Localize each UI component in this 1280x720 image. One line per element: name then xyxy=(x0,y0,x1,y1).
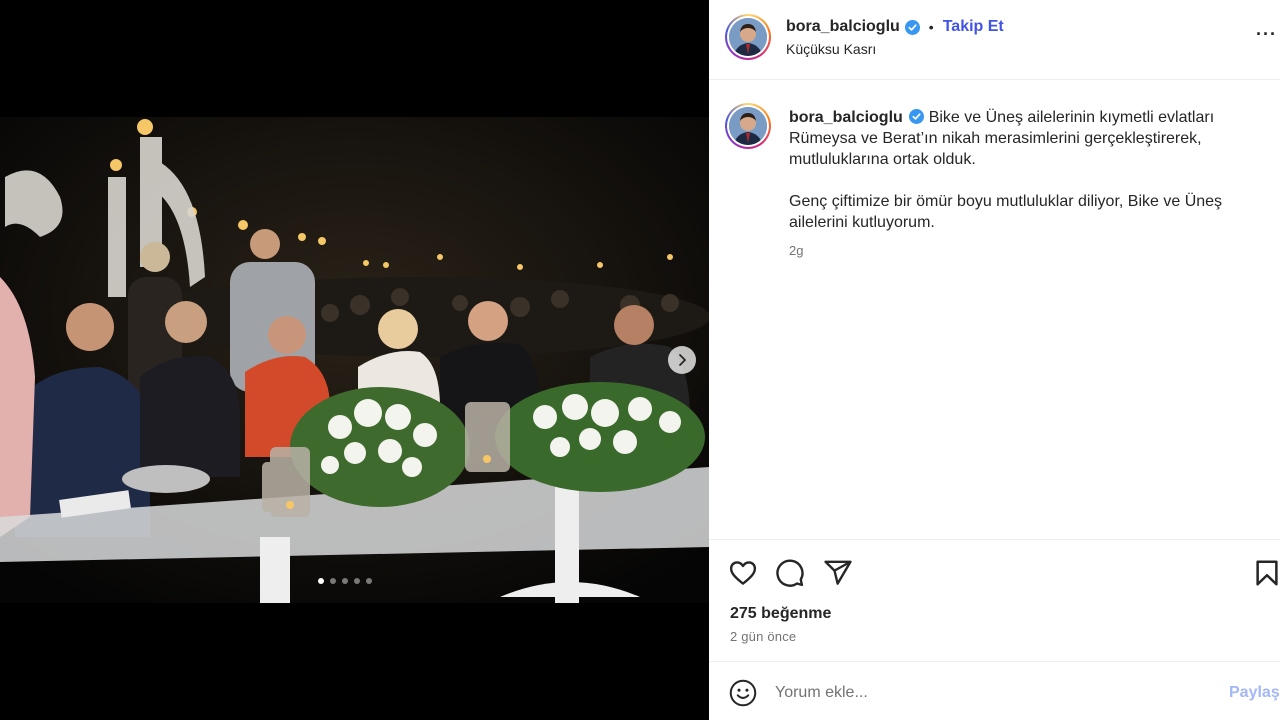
carousel-indicator xyxy=(318,578,372,584)
follow-button[interactable]: Takip Et xyxy=(943,18,1004,36)
post-caption: bora_balcioglu Bike ve Üneş ailelerinin … xyxy=(789,107,1271,254)
caption-username[interactable]: bora_balcioglu xyxy=(789,109,903,126)
username-link[interactable]: bora_balcioglu xyxy=(786,18,900,36)
avatar-image xyxy=(729,18,767,56)
verified-icon xyxy=(904,19,920,35)
avatar-image xyxy=(729,107,767,145)
next-photo-button[interactable] xyxy=(668,346,696,374)
caption-text: Genç çiftimize bir ömür boyu mutluluklar… xyxy=(789,193,1223,231)
separator: • xyxy=(928,19,934,35)
post-media xyxy=(0,0,709,720)
more-options-icon[interactable]: ··· xyxy=(1256,24,1277,45)
avatar[interactable] xyxy=(725,14,771,60)
carousel-dot xyxy=(318,578,324,584)
share-icon[interactable] xyxy=(823,558,853,588)
post-header: bora_balcioglu • Takip Et Küçüksu Kasrı … xyxy=(709,0,1280,80)
carousel-dot xyxy=(354,578,360,584)
heart-icon[interactable] xyxy=(728,558,758,588)
caption-timestamp: 2g xyxy=(789,243,804,258)
comment-input[interactable] xyxy=(775,680,1215,706)
post-photo[interactable] xyxy=(0,117,709,603)
comment-bar: Paylaş xyxy=(709,661,1280,720)
action-bar xyxy=(709,539,1280,601)
carousel-dot xyxy=(342,578,348,584)
post-details-panel: bora_balcioglu • Takip Et Küçüksu Kasrı … xyxy=(709,0,1280,720)
post-date: 2 gün önce xyxy=(730,629,797,644)
caption-avatar[interactable] xyxy=(725,103,771,149)
post-comment-button[interactable]: Paylaş xyxy=(1229,684,1280,702)
carousel-dot xyxy=(330,578,336,584)
comment-icon[interactable] xyxy=(775,558,805,588)
bookmark-icon[interactable] xyxy=(1252,558,1280,588)
location-link[interactable]: Küçüksu Kasrı xyxy=(786,41,876,57)
carousel-dot xyxy=(366,578,372,584)
wedding-table-photo xyxy=(0,117,709,603)
chevron-right-icon xyxy=(679,354,686,366)
verified-icon xyxy=(909,109,925,124)
emoji-icon[interactable] xyxy=(729,679,757,707)
like-count[interactable]: 275 beğenme xyxy=(730,605,831,623)
